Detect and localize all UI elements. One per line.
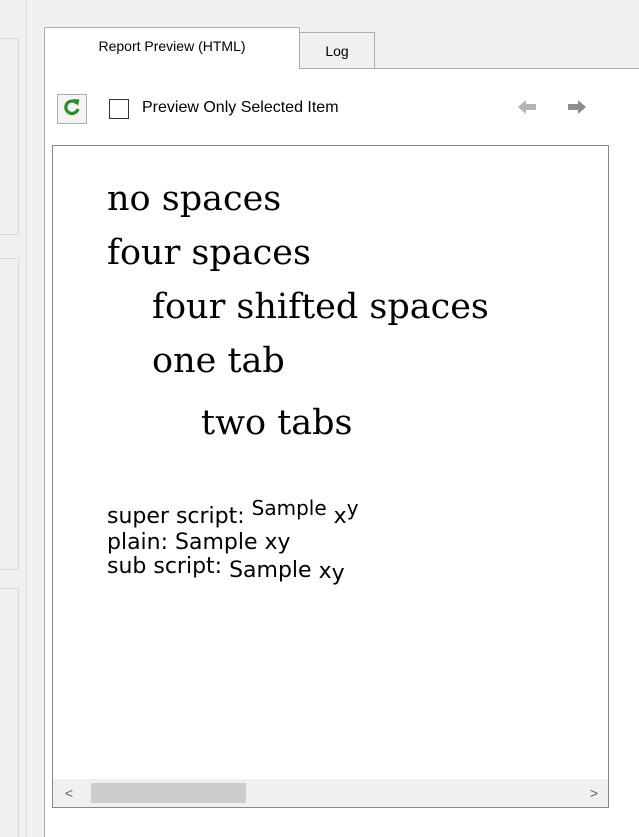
subscript-x: x xyxy=(318,559,332,584)
arrow-left-icon xyxy=(517,99,537,120)
chevron-left-icon: < xyxy=(64,785,74,801)
left-panel-fragment xyxy=(0,258,19,570)
subscript-prefix: sub script: xyxy=(107,554,230,579)
preview-selected-checkbox[interactable] xyxy=(109,99,129,119)
tab-label: Report Preview (HTML) xyxy=(98,37,246,54)
report-preview-area[interactable]: no spaces four spaces four shifted space… xyxy=(52,145,609,808)
forward-button[interactable] xyxy=(562,94,592,124)
refresh-icon xyxy=(62,97,82,122)
superscript-sample: Sample xyxy=(251,496,327,520)
subscript-y: y xyxy=(331,561,345,586)
tab-report-preview[interactable]: Report Preview (HTML) xyxy=(44,27,300,69)
scroll-right-button[interactable]: > xyxy=(580,779,608,807)
subscript-sample: Sample xyxy=(229,558,312,583)
checkbox-label[interactable]: Preview Only Selected Item xyxy=(142,99,339,117)
preview-line: four spaces xyxy=(107,233,311,273)
subscript-line: sub script: Sample xy xyxy=(107,554,345,585)
tab-label: Log xyxy=(325,42,349,59)
left-panel-fragment xyxy=(0,588,19,837)
superscript-prefix: super script: xyxy=(107,504,252,529)
superscript-y: y xyxy=(346,496,359,520)
preview-line: one tab xyxy=(152,341,285,381)
horizontal-scrollbar[interactable]: < > xyxy=(53,779,608,807)
panel-divider xyxy=(26,0,27,837)
preview-line: four shifted spaces xyxy=(152,287,489,327)
arrow-right-icon xyxy=(567,99,587,120)
plain-line: plain: Sample xy xyxy=(107,530,291,555)
refresh-button[interactable] xyxy=(57,94,87,124)
superscript-x: x xyxy=(333,504,347,529)
report-preview-panel: Report Preview (HTML) Log Preview Only S… xyxy=(0,0,639,837)
chevron-right-icon: > xyxy=(589,785,599,801)
left-panel-fragment xyxy=(0,38,19,235)
superscript-line: super script: Sample xy xyxy=(107,498,359,529)
scrollbar-thumb[interactable] xyxy=(91,783,246,803)
preview-line: two tabs xyxy=(201,403,353,443)
scroll-left-button[interactable]: < xyxy=(55,779,83,807)
preview-line: no spaces xyxy=(107,179,282,219)
tab-log[interactable]: Log xyxy=(299,32,375,68)
back-button[interactable] xyxy=(512,94,542,124)
